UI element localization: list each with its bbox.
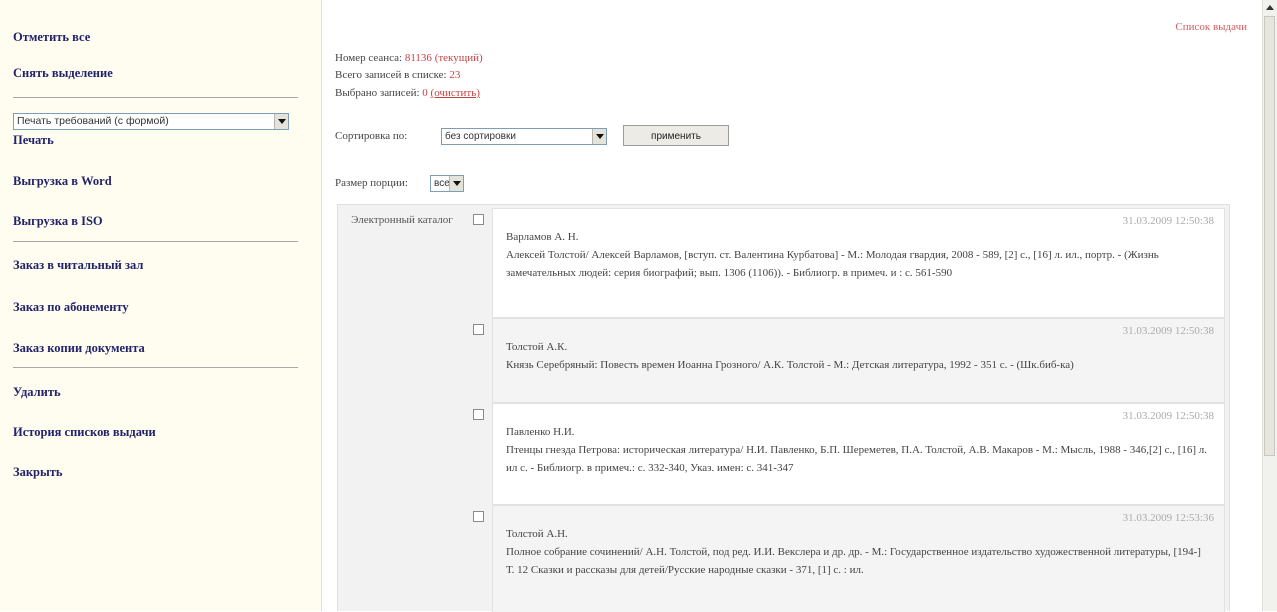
record-timestamp: 31.03.2009 12:50:38 <box>1122 410 1214 422</box>
scroll-up-icon[interactable] <box>1263 0 1277 15</box>
selected-label: Выбрано записей: <box>335 87 420 99</box>
record-checkbox[interactable] <box>473 511 484 522</box>
selected-count: 0 <box>422 87 428 99</box>
sort-label: Сортировка по: <box>335 130 408 142</box>
catalog-label: Электронный каталог <box>351 214 453 226</box>
portion-select-value: все <box>434 178 450 189</box>
portion-select[interactable]: все <box>430 175 464 192</box>
record-item: 31.03.2009 12:50:38 Варламов А. Н. Алекс… <box>473 208 1225 318</box>
record-author: Варламов А. Н. <box>506 231 579 243</box>
sort-select[interactable]: без сортировки <box>441 128 607 145</box>
issue-list-link[interactable]: Список выдачи <box>1175 21 1247 33</box>
record-timestamp: 31.03.2009 12:53:36 <box>1122 512 1214 524</box>
session-current: (текущий) <box>434 52 483 64</box>
record-description: Полное собрание сочинений/ А.Н. Толстой,… <box>506 546 1201 558</box>
chevron-down-icon[interactable] <box>449 176 463 191</box>
record-description: Алексей Толстой/ Алексей Варламов, [всту… <box>506 249 1159 279</box>
session-label: Номер сеанса: <box>335 52 403 64</box>
selected-info: Выбрано записей: 0 (очистить) <box>335 87 480 99</box>
print-form-select[interactable]: Печать требований (с формой) <box>13 113 289 130</box>
total-count: 23 <box>449 69 461 81</box>
record-author: Толстой А.К. <box>506 341 568 353</box>
record-item: 31.03.2009 12:50:38 Павленко Н.И. Птенцы… <box>473 403 1225 505</box>
select-all-link[interactable]: Отметить все <box>13 30 90 45</box>
record-timestamp: 31.03.2009 12:50:38 <box>1122 215 1214 227</box>
record-volume: Т. 12 Сказки и рассказы для детей/Русски… <box>506 564 864 576</box>
sidebar: Отметить все Снять выделение Печать треб… <box>0 0 322 611</box>
record-checkbox[interactable] <box>473 324 484 335</box>
export-word-link[interactable]: Выгрузка в Word <box>13 174 112 189</box>
total-info: Всего записей в списке: 23 <box>335 69 460 81</box>
apply-button[interactable]: применить <box>623 125 729 146</box>
close-link[interactable]: Закрыть <box>13 465 63 480</box>
record-timestamp: 31.03.2009 12:50:38 <box>1122 325 1214 337</box>
scroll-thumb[interactable] <box>1264 16 1275 456</box>
deselect-link[interactable]: Снять выделение <box>13 66 113 81</box>
order-copy-link[interactable]: Заказ копии документа <box>13 341 145 356</box>
record-author: Павленко Н.И. <box>506 426 575 438</box>
order-reading-room-link[interactable]: Заказ в читальный зал <box>13 258 143 273</box>
portion-label: Размер порции: <box>335 177 408 189</box>
order-subscription-link[interactable]: Заказ по абонементу <box>13 300 129 315</box>
history-link[interactable]: История списков выдачи <box>13 425 156 440</box>
record-checkbox[interactable] <box>473 409 484 420</box>
total-label: Всего записей в списке: <box>335 69 447 81</box>
record-checkbox[interactable] <box>473 214 484 225</box>
sort-select-value: без сортировки <box>445 131 516 142</box>
record-item: 31.03.2009 12:50:38 Толстой А.К. Князь С… <box>473 318 1225 403</box>
export-iso-link[interactable]: Выгрузка в ISO <box>13 214 103 229</box>
session-number: 81136 <box>404 52 432 64</box>
clear-selection-link[interactable]: (очистить) <box>431 87 480 99</box>
sidebar-divider <box>13 97 298 98</box>
delete-link[interactable]: Удалить <box>13 385 61 400</box>
sidebar-divider <box>13 241 298 242</box>
print-form-select-value: Печать требований (с формой) <box>17 115 169 127</box>
sidebar-divider <box>13 367 298 368</box>
record-author: Толстой А.Н. <box>506 528 568 540</box>
results-list: Электронный каталог 31.03.2009 12:50:38 … <box>337 204 1230 612</box>
record-description: Князь Серебряный: Повесть времен Иоанна … <box>506 359 1074 371</box>
session-info: Номер сеанса: 81136 (текущий) <box>335 52 483 64</box>
chevron-down-icon[interactable] <box>274 114 288 129</box>
record-description: Птенцы гнезда Петрова: историческая лите… <box>506 444 1208 474</box>
print-link[interactable]: Печать <box>13 133 54 148</box>
chevron-down-icon[interactable] <box>592 129 606 144</box>
record-item: 31.03.2009 12:53:36 Толстой А.Н. Полное … <box>473 505 1225 612</box>
vertical-scrollbar[interactable] <box>1262 0 1277 611</box>
main-content: Список выдачи Номер сеанса: 81136 (текущ… <box>322 0 1262 612</box>
